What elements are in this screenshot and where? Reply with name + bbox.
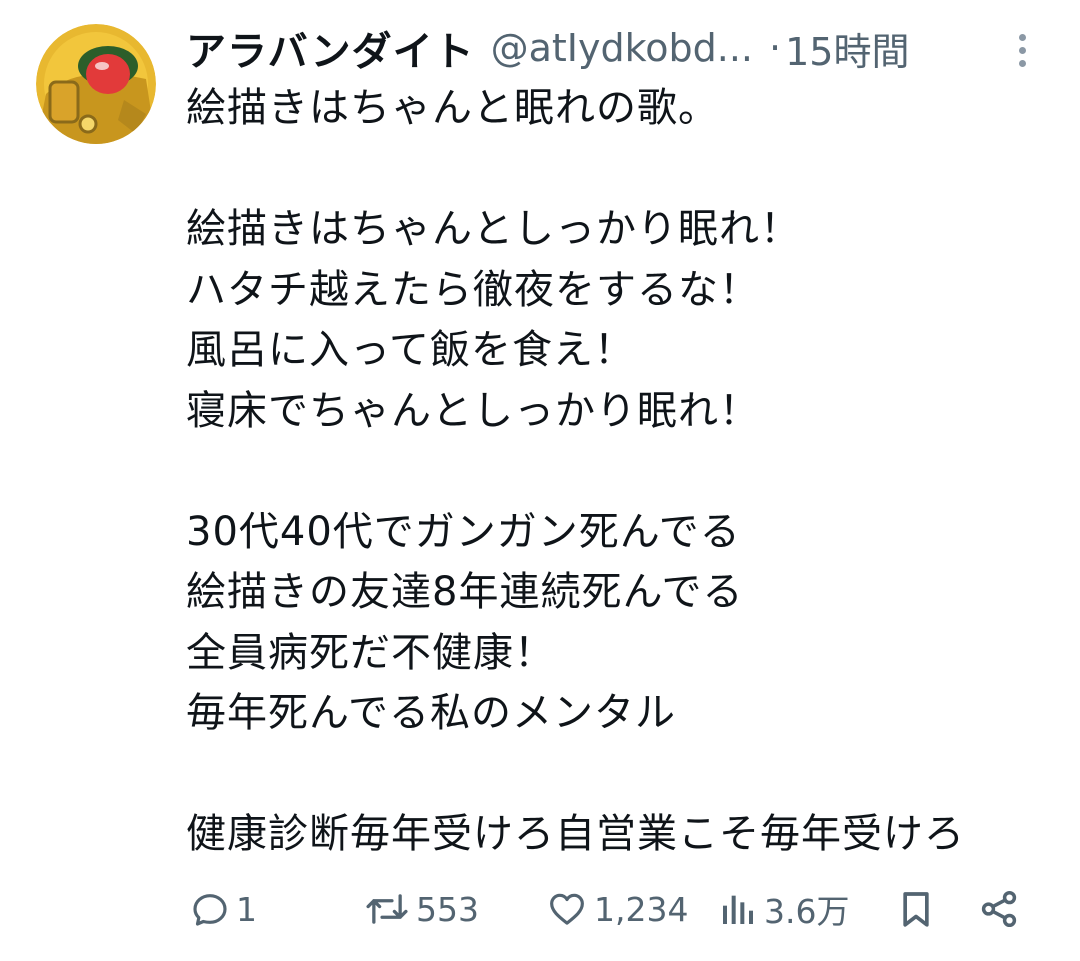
avatar[interactable] <box>36 24 156 144</box>
tweet-text-line: 30代40代でガンガン死んでる <box>186 508 741 555</box>
tweet-text-line: 絵描きはちゃんとしっかり眠れ！ <box>186 206 801 252</box>
tweet-text-line: 絵描きはちゃんと眠れの歌。 <box>186 85 719 131</box>
like-button[interactable]: 1,234 <box>546 880 688 938</box>
views-icon <box>723 895 753 924</box>
tweet-text-line: 健康診断毎年受けろ自営業こそ毎年受けろ <box>186 811 965 857</box>
reply-button[interactable]: 1 <box>190 880 257 938</box>
user-handle[interactable]: @atIydkobd... <box>491 26 753 70</box>
reply-count: 1 <box>236 889 257 929</box>
tweet-text-line <box>186 441 1056 502</box>
tweet-text-line: ハタチ越えたら徹夜をするな！ <box>186 266 760 313</box>
timestamp[interactable]: 15時間 <box>785 21 909 76</box>
tweet-text-line: 寝床でちゃんとしっかり眠れ！ <box>186 387 760 434</box>
share-icon <box>981 890 1017 928</box>
tweet: アラバンダイト @atIydkobd... · 15時間 絵描きはちゃんと眠れの… <box>0 0 1080 961</box>
bookmark-icon <box>903 892 929 927</box>
views-count: 3.6万 <box>764 892 850 931</box>
separator-dot: · <box>769 26 782 70</box>
reply-icon <box>193 894 227 926</box>
tweet-text-line <box>186 744 1056 805</box>
like-count: 1,234 <box>594 889 689 929</box>
heart-icon <box>550 893 584 925</box>
more-options-icon[interactable] <box>1000 28 1044 72</box>
share-button[interactable] <box>978 880 1020 938</box>
bookmark-button[interactable] <box>896 880 936 938</box>
tweet-text: 絵描きはちゃんと眠れの歌。 絵描きはちゃんとしっかり眠れ！ ハタチ越えたら徹夜を… <box>186 78 1056 865</box>
tweet-actions: 1 553 1,234 3.6万 <box>186 880 1056 938</box>
retweet-button[interactable]: 553 <box>364 880 479 938</box>
display-name[interactable]: アラバンダイト <box>186 19 475 77</box>
tweet-text-line: 絵描きの友達8年連続死んでる <box>186 569 744 615</box>
tweet-text-line: 風呂に入って飯を食え！ <box>186 327 635 373</box>
avatar-robot-image <box>36 24 156 144</box>
tweet-text-line: 毎年死んでる私のメンタル <box>186 690 676 736</box>
retweet-count: 553 <box>416 889 479 929</box>
tweet-text-line: 全員病死だ不健康！ <box>186 629 555 676</box>
views-button[interactable]: 3.6万 <box>718 880 849 938</box>
retweet-icon <box>366 894 408 924</box>
tweet-text-line <box>186 139 1056 200</box>
tweet-header: アラバンダイト @atIydkobd... · 15時間 <box>186 20 1066 76</box>
